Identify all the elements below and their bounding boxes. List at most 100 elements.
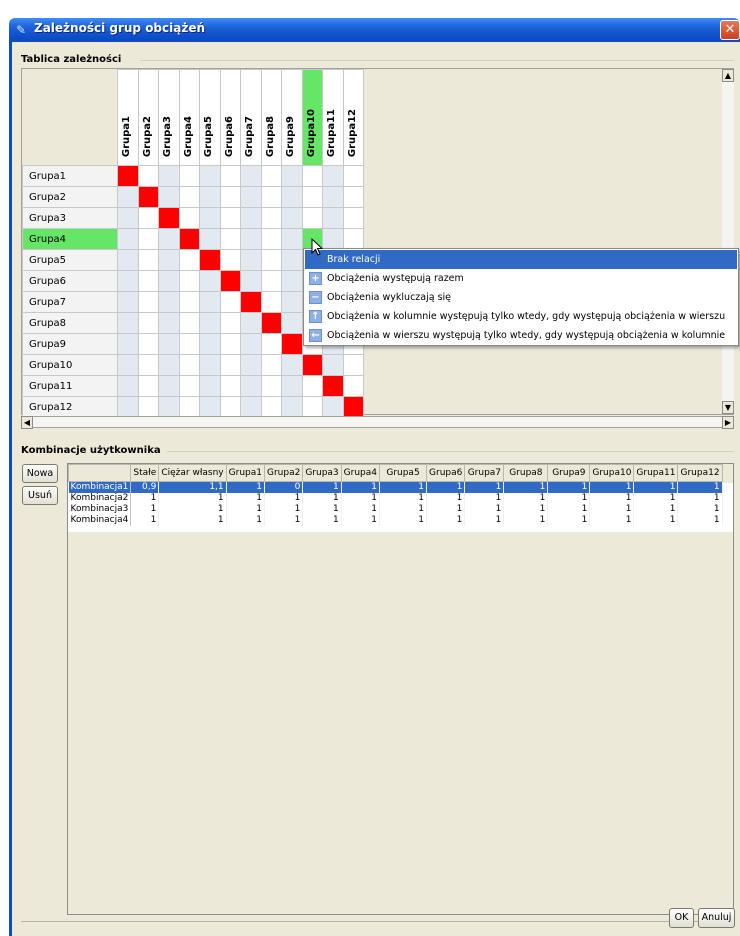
combinations-column-header[interactable]: Grupa5 xyxy=(379,464,428,482)
matrix-cell[interactable] xyxy=(219,375,241,397)
combination-name-cell[interactable]: Kombinacja1 xyxy=(68,481,132,493)
matrix-cell[interactable] xyxy=(178,312,200,334)
matrix-cell[interactable] xyxy=(260,333,282,355)
context-menu-item[interactable]: − Obciążenia wykluczają się xyxy=(305,288,737,307)
matrix-cell[interactable] xyxy=(158,396,180,418)
combination-value-cell[interactable]: 1 xyxy=(589,493,635,504)
matrix-cell[interactable] xyxy=(240,396,262,418)
matrix-cell[interactable] xyxy=(219,312,241,334)
combination-value-cell[interactable]: 1 xyxy=(426,515,466,526)
combination-value-cell[interactable]: 1 xyxy=(426,481,466,493)
combination-value-cell[interactable]: 1 xyxy=(589,504,635,515)
matrix-cell[interactable] xyxy=(281,249,303,271)
combination-value-cell[interactable]: 1 xyxy=(633,504,679,515)
combinations-column-header[interactable]: Grupa7 xyxy=(464,464,505,482)
matrix-row-header[interactable]: Grupa2 xyxy=(22,186,118,208)
combinations-column-header[interactable]: Grupa9 xyxy=(547,464,591,482)
combinations-column-header[interactable]: Grupa3 xyxy=(302,464,342,482)
matrix-cell[interactable] xyxy=(281,396,303,418)
matrix-row-header[interactable]: Grupa12 xyxy=(22,396,118,418)
combination-row[interactable]: Kombinacja1 0,9 1,1 1 0 1 1 1 1 1 1 1 1 1 1 xyxy=(68,481,723,493)
matrix-cell[interactable] xyxy=(137,207,159,229)
matrix-horizontal-scrollbar[interactable]: ◀ ▶ xyxy=(21,416,734,429)
combination-value-cell[interactable]: 1 xyxy=(302,504,342,515)
matrix-cell[interactable] xyxy=(158,354,180,376)
combination-value-cell[interactable]: 1 xyxy=(264,493,304,504)
matrix-cell[interactable] xyxy=(158,375,180,397)
matrix-cell[interactable] xyxy=(240,165,262,187)
combination-row[interactable]: Kombinacja2 1 1 1 1 1 1 1 1 1 1 1 1 1 1 xyxy=(68,493,723,504)
matrix-row-header[interactable]: Grupa9 xyxy=(22,333,118,355)
matrix-cell[interactable] xyxy=(117,312,139,334)
matrix-cell[interactable] xyxy=(137,165,159,187)
matrix-cell[interactable] xyxy=(117,291,139,313)
combinations-column-header[interactable]: Grupa11 xyxy=(633,464,679,482)
matrix-cell[interactable] xyxy=(281,312,303,334)
matrix-cell[interactable] xyxy=(158,249,180,271)
combination-value-cell[interactable]: 1 xyxy=(677,493,723,504)
matrix-cell[interactable] xyxy=(260,375,282,397)
matrix-cell[interactable] xyxy=(178,375,200,397)
matrix-row-header[interactable]: Grupa7 xyxy=(22,291,118,313)
combination-row[interactable]: Kombinacja3 1 1 1 1 1 1 1 1 1 1 1 1 1 1 xyxy=(68,504,723,515)
combination-value-cell[interactable]: 1 xyxy=(633,481,679,493)
matrix-cell[interactable] xyxy=(117,333,139,355)
matrix-cell[interactable] xyxy=(281,207,303,229)
matrix-row-header[interactable]: Grupa8 xyxy=(22,312,118,334)
matrix-cell[interactable] xyxy=(342,375,364,397)
matrix-column-header[interactable]: Grupa2 xyxy=(137,69,159,166)
matrix-cell[interactable] xyxy=(178,291,200,313)
matrix-cell[interactable] xyxy=(281,270,303,292)
matrix-cell[interactable] xyxy=(158,312,180,334)
matrix-cell[interactable] xyxy=(281,186,303,208)
new-combination-button[interactable]: Nowa xyxy=(22,464,58,483)
combination-value-cell[interactable]: 1 xyxy=(547,481,591,493)
matrix-cell[interactable] xyxy=(260,354,282,376)
combination-value-cell[interactable]: 1 xyxy=(464,515,505,526)
combination-value-cell[interactable]: 1 xyxy=(633,515,679,526)
matrix-cell[interactable] xyxy=(240,333,262,355)
matrix-cell[interactable] xyxy=(322,207,344,229)
matrix-cell[interactable] xyxy=(178,354,200,376)
matrix-cell[interactable] xyxy=(240,249,262,271)
combination-value-cell[interactable]: 1 xyxy=(589,515,635,526)
combination-value-cell[interactable]: 1 xyxy=(302,515,342,526)
combination-value-cell[interactable]: 1,1 xyxy=(158,481,227,493)
combination-value-cell[interactable]: 1 xyxy=(677,515,723,526)
cancel-button[interactable]: Anuluj xyxy=(698,908,735,928)
combination-value-cell[interactable]: 1 xyxy=(158,493,227,504)
combination-name-cell[interactable]: Kombinacja3 xyxy=(68,504,132,515)
matrix-cell[interactable] xyxy=(219,186,241,208)
matrix-cell[interactable] xyxy=(137,270,159,292)
matrix-cell[interactable] xyxy=(199,333,221,355)
matrix-cell[interactable] xyxy=(178,396,200,418)
combination-value-cell[interactable]: 1 xyxy=(341,481,381,493)
matrix-cell[interactable] xyxy=(178,165,200,187)
matrix-cell[interactable] xyxy=(260,228,282,250)
matrix-vertical-scrollbar[interactable]: ▲ ▼ xyxy=(722,69,734,414)
matrix-cell[interactable] xyxy=(219,207,241,229)
matrix-cell[interactable] xyxy=(137,249,159,271)
combinations-column-header[interactable]: Grupa12 xyxy=(677,464,723,482)
combinations-column-header[interactable] xyxy=(67,464,132,482)
matrix-cell[interactable] xyxy=(240,186,262,208)
matrix-cell[interactable] xyxy=(199,375,221,397)
matrix-cell[interactable] xyxy=(240,375,262,397)
matrix-column-header[interactable]: Grupa1 xyxy=(117,69,139,166)
matrix-cell[interactable] xyxy=(219,291,241,313)
combinations-column-header[interactable]: Ciężar własny xyxy=(158,464,227,482)
matrix-cell[interactable] xyxy=(281,354,303,376)
combination-value-cell[interactable]: 1 xyxy=(426,504,466,515)
combination-value-cell[interactable]: 1 xyxy=(547,493,591,504)
close-button[interactable]: ✕ xyxy=(720,20,740,40)
combination-value-cell[interactable]: 1 xyxy=(503,493,549,504)
matrix-cell[interactable] xyxy=(342,354,364,376)
matrix-cell[interactable] xyxy=(158,333,180,355)
matrix-column-header[interactable]: Grupa4 xyxy=(178,69,200,166)
matrix-cell[interactable] xyxy=(301,165,323,187)
matrix-cell[interactable] xyxy=(260,396,282,418)
matrix-cell[interactable] xyxy=(342,165,364,187)
combination-value-cell[interactable]: 1 xyxy=(677,504,723,515)
matrix-cell[interactable] xyxy=(322,228,344,250)
matrix-cell[interactable] xyxy=(158,165,180,187)
